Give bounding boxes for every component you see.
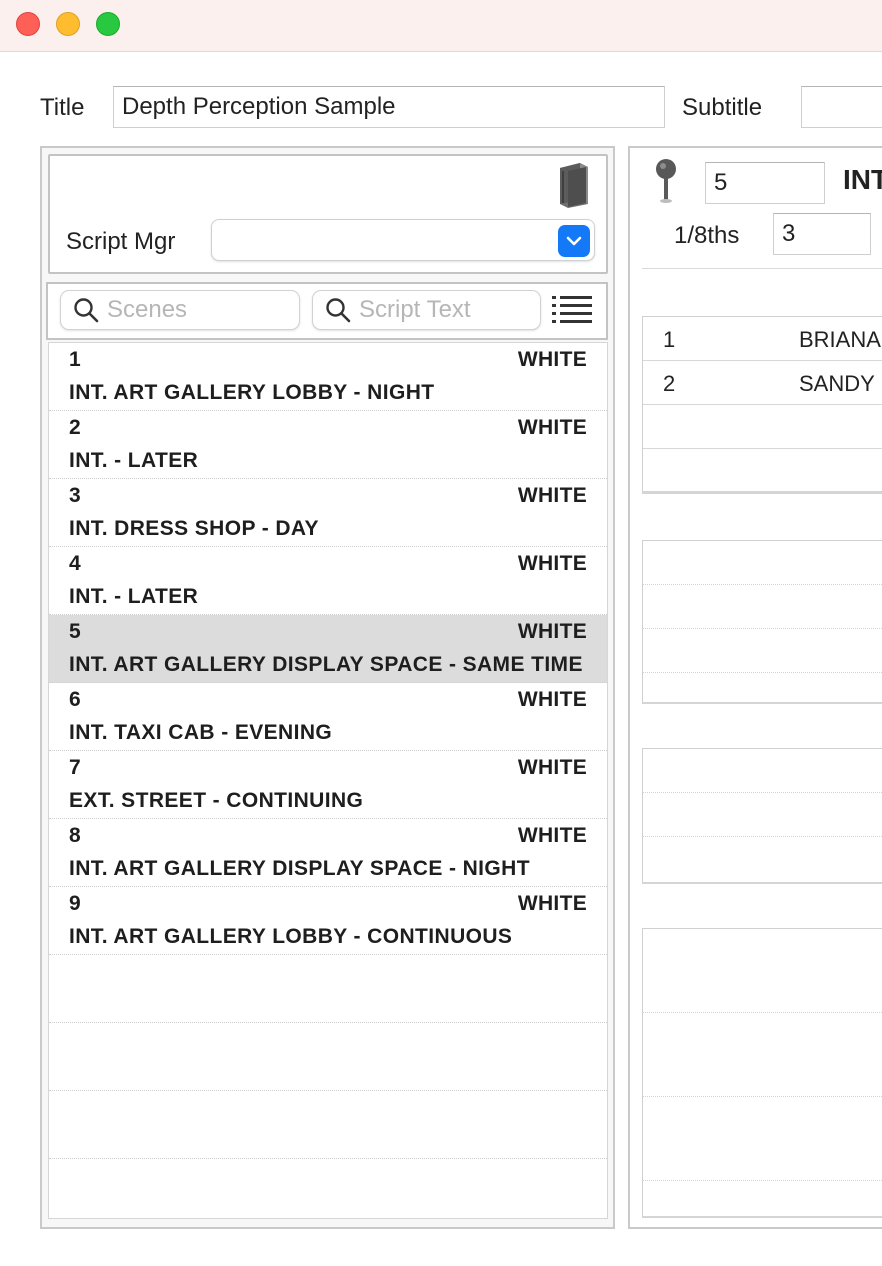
cast-table[interactable]: 1 BRIANA 2 SANDY [642,316,882,494]
minimize-window-button[interactable] [56,12,80,36]
scene-number-value: 5 [714,169,728,196]
zoom-window-button[interactable] [96,12,120,36]
script-manager-select[interactable] [211,219,595,261]
window-titlebar [0,0,882,52]
close-window-button[interactable] [16,12,40,36]
scene-color: WHITE [517,484,587,507]
scene-heading: INT. TAXI CAB - EVENING [69,721,333,744]
empty-row [643,405,882,449]
detail-list-2[interactable] [642,748,882,884]
scene-heading: INT. ART GALLERY LOBBY - CONTINUOUS [69,925,513,948]
title-field[interactable]: Depth Perception Sample [113,86,665,128]
scene-number: 1 [69,348,81,371]
scene-list[interactable]: 1 WHITE INT. ART GALLERY LOBBY - NIGHT 2… [48,342,608,1219]
empty-row [643,541,882,585]
cast-name: SANDY [799,371,875,396]
scene-row-1[interactable]: 1 WHITE INT. ART GALLERY LOBBY - NIGHT [49,343,607,411]
scene-color: WHITE [517,348,587,371]
scene-number: 7 [69,756,81,779]
scene-number: 5 [69,620,81,643]
subtitle-field[interactable] [801,86,882,128]
detail-list-1[interactable] [642,540,882,704]
scene-row-4[interactable]: 4 WHITE INT. - LATER [49,547,607,615]
scene-heading: INT. DRESS SHOP - DAY [69,517,319,540]
detail-list-3[interactable] [642,928,882,1218]
scene-color: WHITE [517,824,587,847]
scene-row-7[interactable]: 7 WHITE EXT. STREET - CONTINUING [49,751,607,819]
empty-row [643,585,882,629]
title-label: Title [40,94,85,121]
scene-row-6[interactable]: 6 WHITE INT. TAXI CAB - EVENING [49,683,607,751]
cast-number: 2 [663,371,676,396]
cast-number: 1 [663,327,676,352]
empty-row [49,1023,607,1091]
scene-color: WHITE [517,892,587,915]
scene-row-2[interactable]: 2 WHITE INT. - LATER [49,411,607,479]
scene-heading: INT. ART GALLERY DISPLAY SPACE - NIGHT [69,857,530,880]
scene-number: 6 [69,688,81,711]
eighths-field[interactable]: 3 [773,213,871,255]
title-field-value: Depth Perception Sample [122,93,396,120]
empty-row [49,1091,607,1159]
empty-row [643,749,882,793]
scene-row-3[interactable]: 3 WHITE INT. DRESS SHOP - DAY [49,479,607,547]
scene-row-9[interactable]: 9 WHITE INT. ART GALLERY LOBBY - CONTINU… [49,887,607,955]
scene-heading: INT. ART GALLERY LOBBY - NIGHT [69,381,435,404]
scene-color: WHITE [517,416,587,439]
empty-row [643,929,882,1013]
search-icon [326,298,351,323]
scene-row-5[interactable]: 5 WHITE INT. ART GALLERY DISPLAY SPACE -… [49,615,607,683]
empty-row [49,1159,607,1218]
script-manager-label: Script Mgr [66,228,176,255]
scene-number: 4 [69,552,81,575]
scene-number-field[interactable]: 5 [705,162,825,204]
scene-heading: EXT. STREET - CONTINUING [69,789,364,812]
scene-heading: INT. ART GALLERY DISPLAY SPACE - SAME TI… [69,653,583,676]
empty-row [643,629,882,673]
scene-number: 2 [69,416,81,439]
empty-row [49,955,607,1023]
search-icon [74,298,99,323]
subtitle-label: Subtitle [682,94,763,121]
divider [642,268,882,269]
cast-row[interactable]: 1 BRIANA [643,317,882,361]
scene-color: WHITE [517,688,587,711]
script-text-search-input[interactable] [359,296,529,324]
empty-row [643,1013,882,1097]
scene-color: WHITE [517,620,587,643]
scenes-search-field[interactable] [60,290,300,330]
script-text-search-field[interactable] [312,290,541,330]
cast-row[interactable]: 2 SANDY [643,361,882,405]
empty-row [643,793,882,837]
scene-number: 9 [69,892,81,915]
scene-row-8[interactable]: 8 WHITE INT. ART GALLERY DISPLAY SPACE -… [49,819,607,887]
list-icon[interactable] [552,295,592,325]
scene-color: WHITE [517,756,587,779]
pin-icon[interactable] [652,158,680,204]
scene-heading: INT. - LATER [69,585,199,608]
scene-heading-display: INT [843,164,882,195]
scene-color: WHITE [517,552,587,575]
scenes-search-input[interactable] [107,296,277,324]
book-icon[interactable] [556,162,590,208]
scene-heading: INT. - LATER [69,449,199,472]
eighths-label: 1/8ths [674,222,740,249]
scene-number: 8 [69,824,81,847]
scene-number: 3 [69,484,81,507]
chevron-down-icon[interactable] [558,225,590,257]
empty-row [643,449,882,493]
eighths-value: 3 [782,220,796,247]
cast-name: BRIANA [799,327,881,352]
empty-row [643,1097,882,1181]
